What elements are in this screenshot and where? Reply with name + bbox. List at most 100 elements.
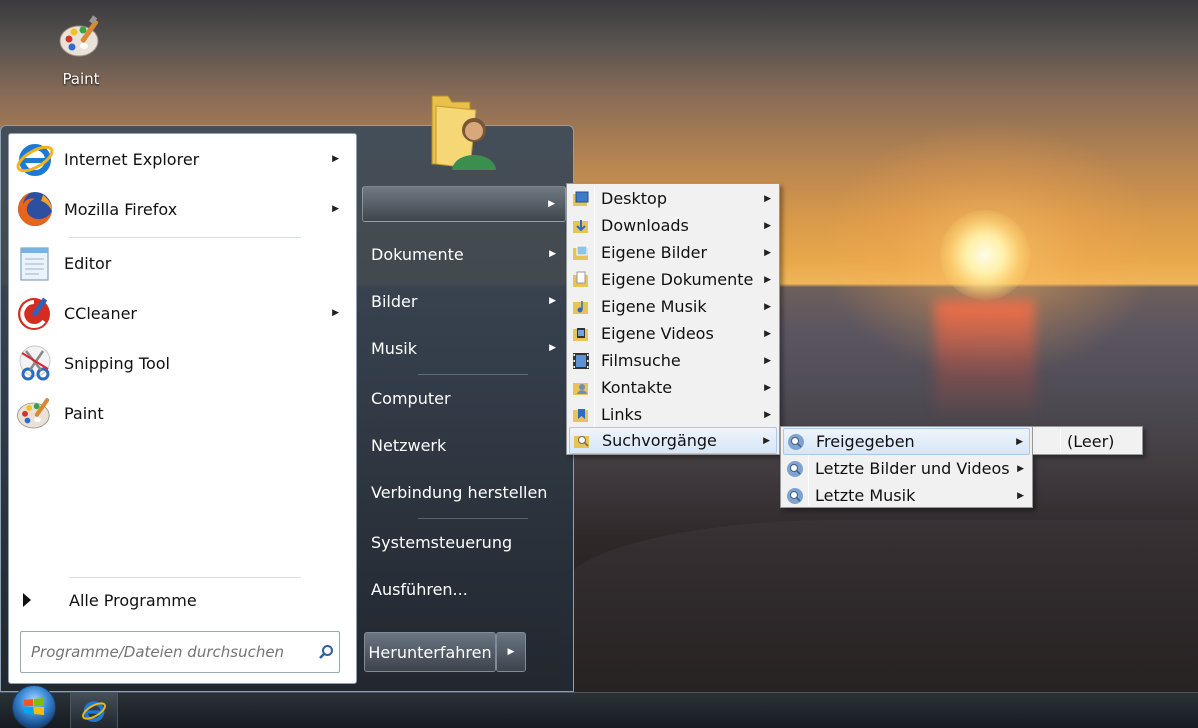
menu-item-label: Eigene Videos [601, 324, 714, 343]
submenu-arrow-icon: ▶ [548, 199, 555, 209]
place-computer[interactable]: Computer [362, 380, 566, 416]
menu-item-links[interactable]: Links ▶ [569, 401, 777, 428]
program-label: Internet Explorer [64, 149, 200, 169]
menu-item-letzte-musik[interactable]: Letzte Musik ▶ [783, 482, 1030, 509]
search-icon[interactable] [313, 644, 339, 660]
submenu-arrow-icon: ▶ [764, 409, 771, 420]
menu-item-label: Filmsuche [601, 351, 681, 370]
menu-item-label: Links [601, 405, 643, 424]
submenu-arrow-icon: ▶ [1017, 463, 1024, 474]
submenu-arrow-icon: ▶ [764, 247, 771, 258]
place-ausfuehren[interactable]: Ausführen... [362, 571, 566, 607]
program-paint[interactable]: Paint [13, 390, 349, 436]
submenu-arrow-icon: ▶ [549, 249, 556, 259]
saved-search-icon [784, 433, 808, 451]
place-label: Verbindung herstellen [371, 482, 548, 502]
start-search-box[interactable] [20, 631, 340, 673]
submenu-arrow-icon: ▶ [332, 308, 339, 318]
desktop-icon-label: Paint [62, 70, 100, 88]
program-internet-explorer[interactable]: Internet Explorer ▶ [13, 136, 349, 182]
place-systemsteuerung[interactable]: Systemsteuerung [362, 524, 566, 560]
program-snipping-tool[interactable]: Snipping Tool [13, 340, 349, 386]
program-mozilla-firefox[interactable]: Mozilla Firefox ▶ [13, 186, 349, 232]
videos-folder-icon [569, 325, 593, 343]
menu-item-eigene-musik[interactable]: Eigene Musik ▶ [569, 293, 777, 320]
menu-item-eigene-dokumente[interactable]: Eigene Dokumente ▶ [569, 266, 777, 293]
notepad-icon [13, 241, 57, 285]
submenu-arrow-icon: ▶ [764, 355, 771, 366]
user-folder-menu: Desktop ▶ Downloads ▶ Eigene Bilder ▶ Ei… [566, 183, 780, 455]
menu-item-downloads[interactable]: Downloads ▶ [569, 212, 777, 239]
program-label: CCleaner [64, 303, 137, 323]
music-folder-icon [569, 298, 593, 316]
shutdown-button[interactable]: Herunterfahren [364, 632, 496, 672]
submenu-arrow-icon: ▶ [764, 274, 771, 285]
taskbar [0, 685, 1198, 728]
saved-search-icon [783, 487, 807, 505]
menu-item-eigene-bilder[interactable]: Eigene Bilder ▶ [569, 239, 777, 266]
menu-item-label: (Leer) [1067, 432, 1115, 451]
place-netzwerk[interactable]: Netzwerk [362, 427, 566, 463]
menu-item-label: Downloads [601, 216, 689, 235]
saved-search-icon [783, 460, 807, 478]
desktop-folder-icon [569, 190, 593, 208]
submenu-arrow-icon: ▶ [549, 296, 556, 306]
taskbar-internet-explorer[interactable] [70, 693, 118, 728]
all-programs-button[interactable]: Alle Programme [17, 587, 337, 613]
submenu-arrow-icon: ▶ [764, 382, 771, 393]
menu-item-label: Freigegeben [816, 432, 915, 451]
downloads-folder-icon [569, 217, 593, 235]
start-menu-places-pane: ▶ Dokumente ▶ Bilder ▶ Musik ▶ Computer … [358, 95, 575, 693]
menu-item-suchvorgaenge[interactable]: Suchvorgänge ▶ [569, 427, 777, 454]
shutdown-options-button[interactable]: ▶ [496, 632, 526, 672]
menu-item-desktop[interactable]: Desktop ▶ [569, 185, 777, 212]
program-editor[interactable]: Editor [13, 240, 349, 286]
menu-item-label: Suchvorgänge [602, 431, 717, 450]
menu-item-filmsuche[interactable]: Filmsuche ▶ [569, 347, 777, 374]
place-verbindung-herstellen[interactable]: Verbindung herstellen [362, 474, 566, 510]
start-menu-programs-pane: Internet Explorer ▶ Mozilla Firefox ▶ Ed… [8, 133, 357, 684]
place-musik[interactable]: Musik ▶ [362, 330, 566, 366]
submenu-arrow-icon: ▶ [332, 154, 339, 164]
paint-palette-icon [59, 15, 99, 57]
internet-explorer-icon [82, 701, 106, 723]
program-ccleaner[interactable]: CCleaner ▶ [13, 290, 349, 336]
start-menu: Internet Explorer ▶ Mozilla Firefox ▶ Ed… [0, 95, 575, 693]
menu-item-letzte-bilder-und-videos[interactable]: Letzte Bilder und Videos ▶ [783, 455, 1030, 482]
film-icon [569, 352, 593, 370]
program-label: Mozilla Firefox [64, 199, 178, 219]
menu-item-eigene-videos[interactable]: Eigene Videos ▶ [569, 320, 777, 347]
place-label: Dokumente [371, 244, 464, 264]
pictures-folder-icon [569, 244, 593, 262]
menu-item-empty: (Leer) [1035, 428, 1140, 455]
places-separator [418, 518, 528, 519]
ccleaner-icon [13, 291, 57, 335]
menu-item-kontakte[interactable]: Kontakte ▶ [569, 374, 777, 401]
submenu-arrow-icon: ▶ [763, 435, 770, 446]
internet-explorer-icon [13, 137, 57, 181]
place-dokumente[interactable]: Dokumente ▶ [362, 236, 566, 272]
shared-searches-menu: (Leer) [1032, 426, 1143, 455]
start-button[interactable] [12, 685, 56, 728]
sun-reflection [935, 300, 1035, 420]
all-programs-label: Alle Programme [69, 590, 197, 610]
user-folder-item[interactable]: ▶ [362, 186, 566, 222]
submenu-arrow-icon: ▶ [764, 220, 771, 231]
firefox-icon [13, 187, 57, 231]
place-label: Computer [371, 388, 451, 408]
menu-item-label: Eigene Bilder [601, 243, 708, 262]
documents-folder-icon [569, 271, 593, 289]
submenu-arrow-icon: ▶ [549, 343, 556, 353]
paint-palette-icon [13, 391, 57, 435]
submenu-arrow-icon: ▶ [1016, 436, 1023, 447]
desktop-icon-paint[interactable]: Paint [50, 14, 112, 88]
place-bilder[interactable]: Bilder ▶ [362, 283, 566, 319]
search-input[interactable] [21, 643, 313, 661]
place-label: Ausführen... [371, 579, 468, 599]
menu-item-label: Eigene Musik [601, 297, 707, 316]
contacts-folder-icon [569, 379, 593, 397]
program-label: Snipping Tool [64, 353, 170, 373]
menu-item-freigegeben[interactable]: Freigegeben ▶ [783, 428, 1030, 455]
searches-folder-icon [570, 432, 594, 450]
windows-logo-icon [24, 698, 44, 715]
